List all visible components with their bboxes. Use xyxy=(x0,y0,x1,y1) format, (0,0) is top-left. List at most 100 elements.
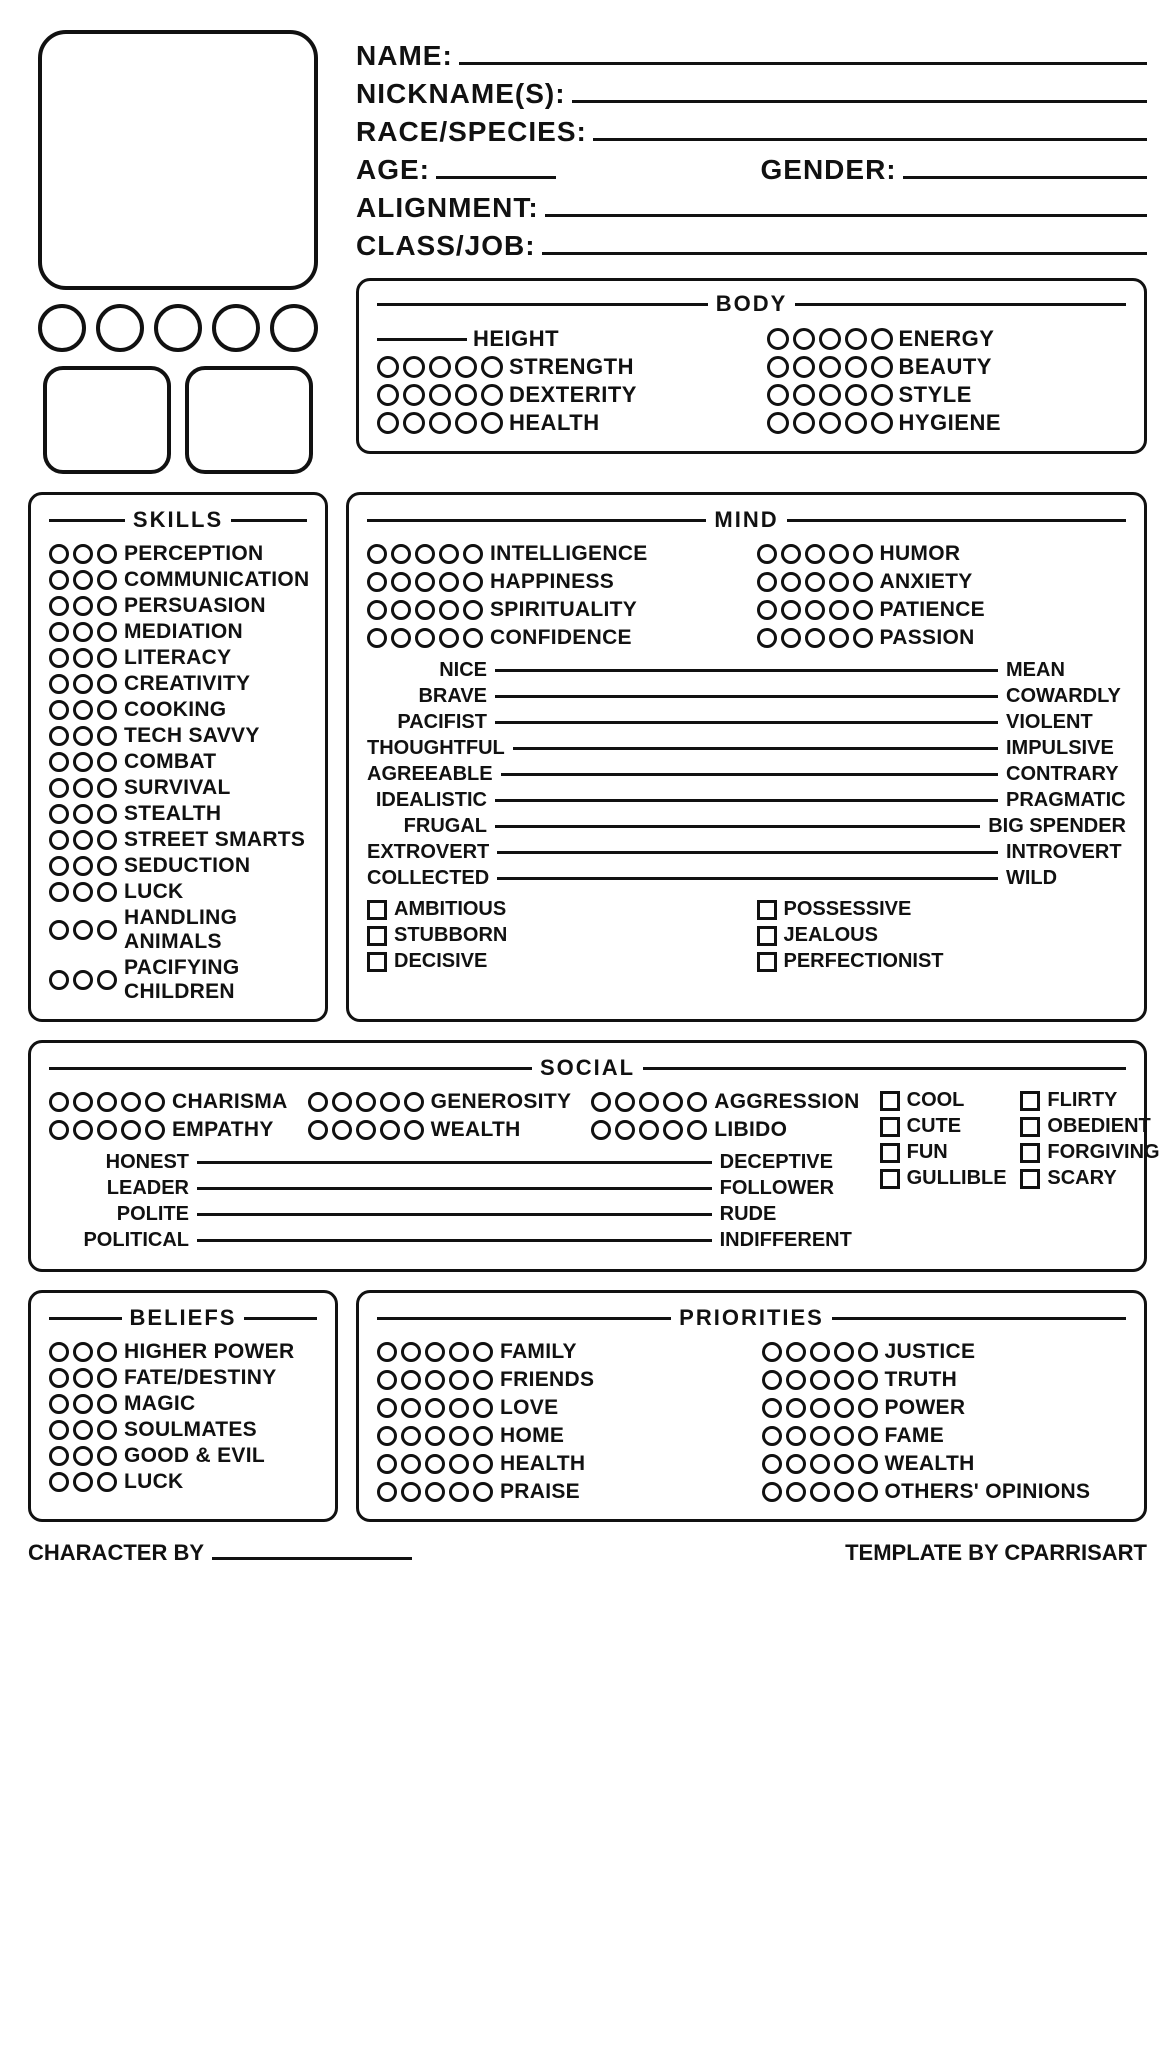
name-line xyxy=(459,62,1147,65)
belief-row: LUCK xyxy=(49,1469,317,1495)
checkbox-label: GULLIBLE xyxy=(907,1167,1007,1190)
checkbox[interactable] xyxy=(880,1169,900,1189)
checkbox[interactable] xyxy=(1020,1117,1040,1137)
social-spectra: HONEST DECEPTIVE LEADER FOLLOWER POLITE … xyxy=(49,1151,860,1252)
portrait-column xyxy=(28,30,328,474)
social-checkbox-row: FORGIVING xyxy=(1020,1141,1159,1164)
circle xyxy=(781,600,801,620)
mind-stat-row: HUMOR xyxy=(757,541,1127,567)
circle xyxy=(473,1370,493,1390)
circle xyxy=(73,544,93,564)
circles xyxy=(49,544,117,564)
skill-label: MEDIATION xyxy=(124,620,243,644)
circle xyxy=(73,1120,93,1140)
circles xyxy=(49,1342,117,1362)
circles xyxy=(49,1092,165,1112)
spec-line xyxy=(497,877,998,880)
skills-title: Skills xyxy=(133,507,223,533)
circle xyxy=(473,1398,493,1418)
circle xyxy=(615,1092,635,1112)
circle xyxy=(481,384,503,406)
circle xyxy=(663,1120,683,1140)
checkbox[interactable] xyxy=(757,952,777,972)
checkbox-label: FUN xyxy=(907,1141,948,1164)
checkbox-label: OBEDIENT xyxy=(1047,1115,1150,1138)
circle xyxy=(425,1482,445,1502)
circles xyxy=(367,628,483,648)
height-field-line xyxy=(377,338,467,341)
spec-left: IDEALISTIC xyxy=(367,789,487,812)
circle xyxy=(49,544,69,564)
circle xyxy=(439,544,459,564)
checkbox[interactable] xyxy=(880,1143,900,1163)
circle xyxy=(793,328,815,350)
social-bar-left xyxy=(49,1067,532,1070)
circle xyxy=(403,356,425,378)
checkbox[interactable] xyxy=(1020,1143,1040,1163)
circle xyxy=(473,1482,493,1502)
spec-left: NICE xyxy=(367,659,487,682)
portrait-box xyxy=(38,30,318,290)
circle xyxy=(97,1420,117,1440)
checkbox[interactable] xyxy=(757,900,777,920)
circle xyxy=(49,1446,69,1466)
body-section: Body HEIGHT xyxy=(356,278,1147,454)
priorities-bar-left xyxy=(377,1317,671,1320)
circle xyxy=(49,830,69,850)
spec-left: AGREEABLE xyxy=(367,763,493,786)
skill-label: PERCEPTION xyxy=(124,542,264,566)
checkbox[interactable] xyxy=(367,952,387,972)
circles xyxy=(757,544,873,564)
circle xyxy=(49,970,69,990)
checkbox[interactable] xyxy=(757,926,777,946)
checkbox[interactable] xyxy=(880,1117,900,1137)
circles xyxy=(757,572,873,592)
skill-row: MEDIATION xyxy=(49,619,307,645)
circle xyxy=(404,1120,424,1140)
checkbox[interactable] xyxy=(367,926,387,946)
priority-row: PRAISE xyxy=(377,1479,742,1505)
skill-label: LITERACY xyxy=(124,646,231,670)
checkbox-label: STUBBORN xyxy=(394,924,507,947)
mind-stat-row: PASSION xyxy=(757,625,1127,651)
skill-label: LUCK xyxy=(124,880,184,904)
circle xyxy=(819,328,841,350)
circles xyxy=(49,778,117,798)
checkbox[interactable] xyxy=(880,1091,900,1111)
priority-label: OTHERS' OPINIONS xyxy=(885,1480,1091,1504)
character-sheet: Name: Nickname(s): Race/Species: Age: Ge… xyxy=(28,30,1147,1566)
social-stat-label: GENEROSITY xyxy=(431,1090,572,1114)
circle xyxy=(762,1454,782,1474)
circle xyxy=(308,1120,328,1140)
circle xyxy=(767,384,789,406)
social-spectrum-row: POLITICAL INDIFFERENT xyxy=(49,1229,860,1252)
circle xyxy=(786,1370,806,1390)
circle xyxy=(687,1092,707,1112)
circles xyxy=(367,544,483,564)
energy-circles xyxy=(767,328,893,350)
circle xyxy=(380,1092,400,1112)
checkbox[interactable] xyxy=(367,900,387,920)
skill-label: STEALTH xyxy=(124,802,221,826)
mind-stat-row: INTELLIGENCE xyxy=(367,541,737,567)
circles xyxy=(762,1342,878,1362)
circle xyxy=(73,830,93,850)
priority-row: FAMILY xyxy=(377,1339,742,1365)
circle xyxy=(767,356,789,378)
social-stat-row: GENEROSITY xyxy=(308,1089,572,1115)
circle xyxy=(49,1394,69,1414)
spec-left: EXTROVERT xyxy=(367,841,489,864)
circle xyxy=(49,1120,69,1140)
age-line xyxy=(436,176,556,179)
social-content: CHARISMAGENEROSITYAGGRESSIONEMPATHYWEALT… xyxy=(49,1089,1126,1255)
circle xyxy=(49,1472,69,1492)
checkbox[interactable] xyxy=(1020,1091,1040,1111)
circle xyxy=(834,1482,854,1502)
circle xyxy=(455,412,477,434)
strength-circles xyxy=(377,356,503,378)
circles xyxy=(49,648,117,668)
age-row: Age: xyxy=(356,154,743,186)
checkbox[interactable] xyxy=(1020,1169,1040,1189)
spec-right: IMPULSIVE xyxy=(1006,737,1126,760)
skill-row: COOKING xyxy=(49,697,307,723)
